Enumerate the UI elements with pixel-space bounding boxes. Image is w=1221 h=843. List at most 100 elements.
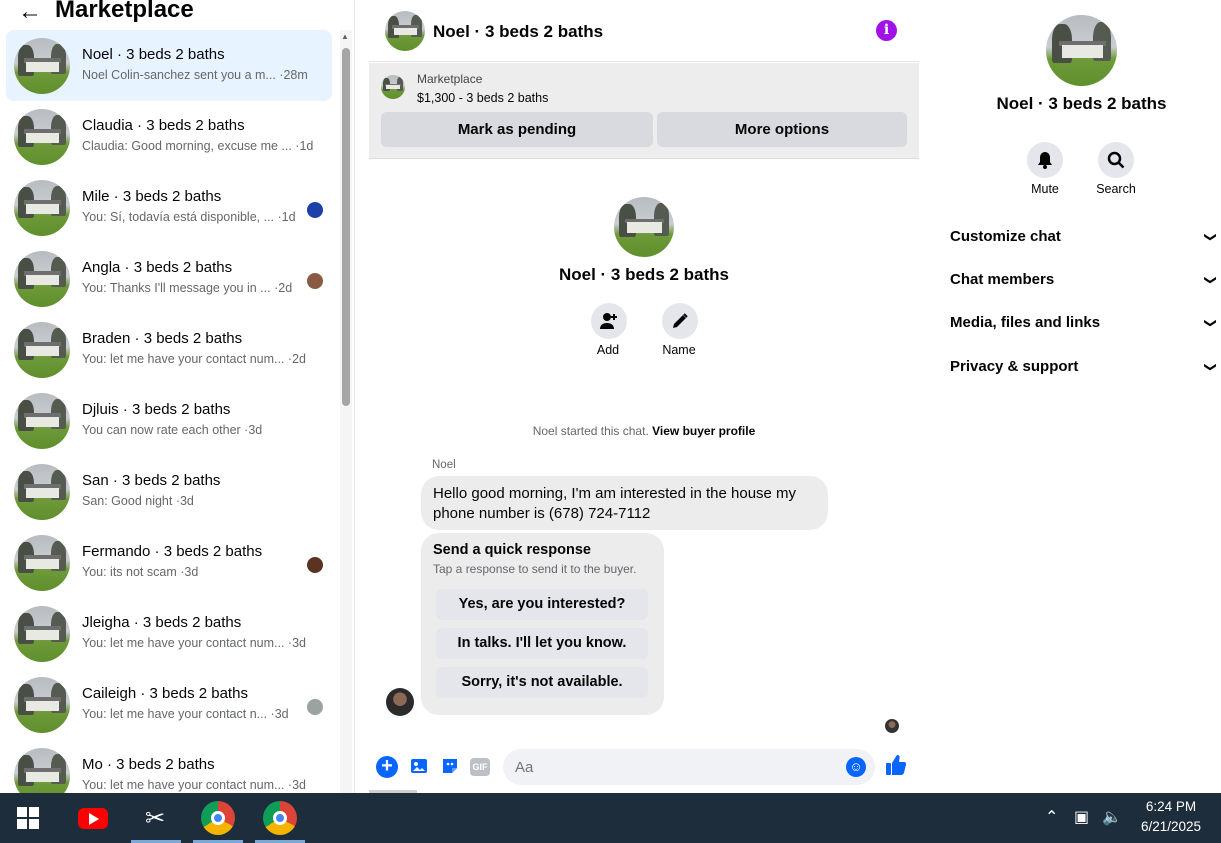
taskbar: ✂ ⌃ ▣ 🔈 6:24 PM 6/21/2025 xyxy=(0,793,1221,843)
listing-title[interactable]: $1,300 - 3 beds 2 baths xyxy=(417,91,548,105)
chat-title[interactable]: Noel · 3 beds 2 baths xyxy=(433,22,603,42)
message-bubble[interactable]: Hello good morning, I'm am interested in… xyxy=(421,476,828,530)
quick-response-button[interactable]: Yes, are you interested? xyxy=(436,589,648,620)
sender-avatar[interactable] xyxy=(386,688,414,716)
house-photo xyxy=(14,535,70,591)
conversation-avatar xyxy=(14,251,70,307)
conversation-panel: ← Marketplace Noel · 3 beds 2 baths Noel … xyxy=(0,0,355,793)
conversation-preview: You: its not scam ·3d xyxy=(82,565,199,579)
gif-icon[interactable]: GIF xyxy=(470,758,490,776)
conversation-name: Djluis · 3 beds 2 baths xyxy=(82,401,231,418)
conversation-avatar xyxy=(14,109,70,165)
seen-avatar xyxy=(307,699,323,715)
customize-chat-section[interactable]: Customize chat ❯ xyxy=(950,222,1218,252)
clock-date[interactable]: 6/21/2025 xyxy=(1130,819,1212,834)
network-icon[interactable]: ▣ xyxy=(1074,807,1089,827)
conversation-item[interactable]: Angla · 3 beds 2 baths You: Thanks I'll m… xyxy=(6,243,332,314)
windows-start-icon[interactable] xyxy=(17,807,39,829)
conversation-avatar xyxy=(14,464,70,520)
name-label: Name xyxy=(662,343,696,357)
conversation-item[interactable]: Braden · 3 beds 2 baths You: let me have … xyxy=(6,314,332,385)
intro-avatar xyxy=(614,197,674,257)
details-avatar[interactable] xyxy=(1046,15,1117,86)
conversation-avatar xyxy=(14,535,70,591)
conversation-name: Caileigh · 3 beds 2 baths xyxy=(82,685,248,702)
conversation-item[interactable]: Caileigh · 3 beds 2 baths You: let me hav… xyxy=(6,669,332,740)
plus-icon[interactable]: + xyxy=(376,756,398,778)
house-photo xyxy=(1046,15,1117,86)
view-buyer-profile-link[interactable]: View buyer profile xyxy=(652,424,755,438)
snipping-tool-icon[interactable]: ✂ xyxy=(140,804,170,834)
privacy-support-section[interactable]: Privacy & support ❯ xyxy=(950,352,1218,382)
emoji-icon[interactable]: ☺ xyxy=(846,757,866,777)
conversation-name: Mile · 3 beds 2 baths xyxy=(82,188,222,205)
conversation-item[interactable]: Fermando · 3 beds 2 baths You: its not sc… xyxy=(6,527,332,598)
media-files-links-section[interactable]: Media, files and links ❯ xyxy=(950,308,1218,338)
chat-panel: Noel · 3 beds 2 baths i Marketplace $1,3… xyxy=(369,0,919,793)
house-photo xyxy=(14,464,70,520)
youtube-icon[interactable] xyxy=(78,808,108,829)
message-input[interactable] xyxy=(503,749,875,785)
started-text: Noel started this chat. xyxy=(532,424,649,438)
chevron-down-icon: ❯ xyxy=(1203,231,1218,243)
message-sender: Noel xyxy=(432,459,456,471)
chevron-down-icon: ❯ xyxy=(1203,317,1218,329)
conversation-name: Mo · 3 beds 2 baths xyxy=(82,756,215,773)
conversation-preview: Claudia: Good morning, excuse me ... ·1d xyxy=(82,139,314,153)
search-icon[interactable] xyxy=(1098,142,1134,178)
search-label: Search xyxy=(1096,182,1136,196)
quick-response-button[interactable]: In talks. I'll let you know. xyxy=(436,628,648,659)
conversation-avatar xyxy=(14,606,70,662)
house-photo xyxy=(14,393,70,449)
volume-icon[interactable]: 🔈 xyxy=(1102,807,1122,827)
conversation-item[interactable]: San · 3 beds 2 baths San: Good night ·3d xyxy=(6,456,332,527)
scroll-up-icon[interactable]: ▲ xyxy=(341,32,349,41)
conversation-name: Angla · 3 beds 2 baths xyxy=(82,259,233,276)
thumbs-up-icon[interactable] xyxy=(885,754,907,782)
chevron-down-icon: ❯ xyxy=(1203,274,1218,286)
intro-name: Noel · 3 beds 2 baths xyxy=(558,265,730,284)
clock-time[interactable]: 6:24 PM xyxy=(1130,799,1212,814)
photo-icon[interactable] xyxy=(408,756,430,778)
section-label: Media, files and links xyxy=(950,314,1101,331)
conversation-preview: San: Good night ·3d xyxy=(82,494,194,508)
marketplace-listing-bar: Marketplace $1,300 - 3 beds 2 baths Mark… xyxy=(369,63,919,159)
conversation-name: Noel · 3 beds 2 baths xyxy=(82,46,225,63)
read-receipt-avatar xyxy=(885,719,899,733)
conversation-name: San · 3 beds 2 baths xyxy=(82,472,221,489)
house-photo xyxy=(14,322,70,378)
chat-members-section[interactable]: Chat members ❯ xyxy=(950,265,1218,295)
arrow-left-icon[interactable]: ← xyxy=(18,0,42,26)
conversation-item[interactable]: Claudia · 3 beds 2 baths Claudia: Good mo… xyxy=(6,101,332,172)
quick-response-button[interactable]: Sorry, it's not available. xyxy=(436,667,648,698)
house-photo xyxy=(14,38,70,94)
house-photo xyxy=(14,748,70,793)
conversation-item[interactable]: Jleigha · 3 beds 2 baths You: let me have… xyxy=(6,598,332,669)
chrome-icon[interactable] xyxy=(201,801,235,835)
chrome-profile-icon[interactable] xyxy=(263,801,297,835)
conversation-preview: You: let me have your contact num... ·3d xyxy=(82,636,306,650)
conversation-avatar xyxy=(14,677,70,733)
conversation-item[interactable]: Noel · 3 beds 2 baths Noel Colin-sanchez … xyxy=(6,30,332,101)
conversation-avatar xyxy=(14,322,70,378)
pencil-icon[interactable] xyxy=(662,303,698,339)
conversation-item[interactable]: Djluis · 3 beds 2 baths You can now rate … xyxy=(6,385,332,456)
info-icon[interactable]: i xyxy=(876,20,897,41)
conversation-item[interactable]: Mo · 3 beds 2 baths You: let me have your… xyxy=(6,740,332,793)
chevron-up-icon[interactable]: ⌃ xyxy=(1045,807,1058,827)
sticker-icon[interactable] xyxy=(439,756,461,778)
conversation-preview: You can now rate each other ·3d xyxy=(82,423,263,437)
more-options-button[interactable]: More options xyxy=(657,112,907,147)
listing-thumbnail[interactable] xyxy=(381,75,405,99)
chat-header-avatar[interactable] xyxy=(385,11,425,51)
conversation-preview: You: Sí, todavía está disponible, ... ·1… xyxy=(82,210,296,224)
house-photo xyxy=(14,606,70,662)
scrollbar-thumb[interactable] xyxy=(342,48,350,406)
conversation-avatar xyxy=(14,393,70,449)
seen-avatar xyxy=(307,557,323,573)
scrollbar[interactable]: ▲ xyxy=(340,30,352,793)
mark-as-pending-button[interactable]: Mark as pending xyxy=(381,112,653,147)
bell-icon[interactable] xyxy=(1027,142,1063,178)
add-person-icon[interactable] xyxy=(591,303,627,339)
conversation-item[interactable]: Mile · 3 beds 2 baths You: Sí, todavía es… xyxy=(6,172,332,243)
